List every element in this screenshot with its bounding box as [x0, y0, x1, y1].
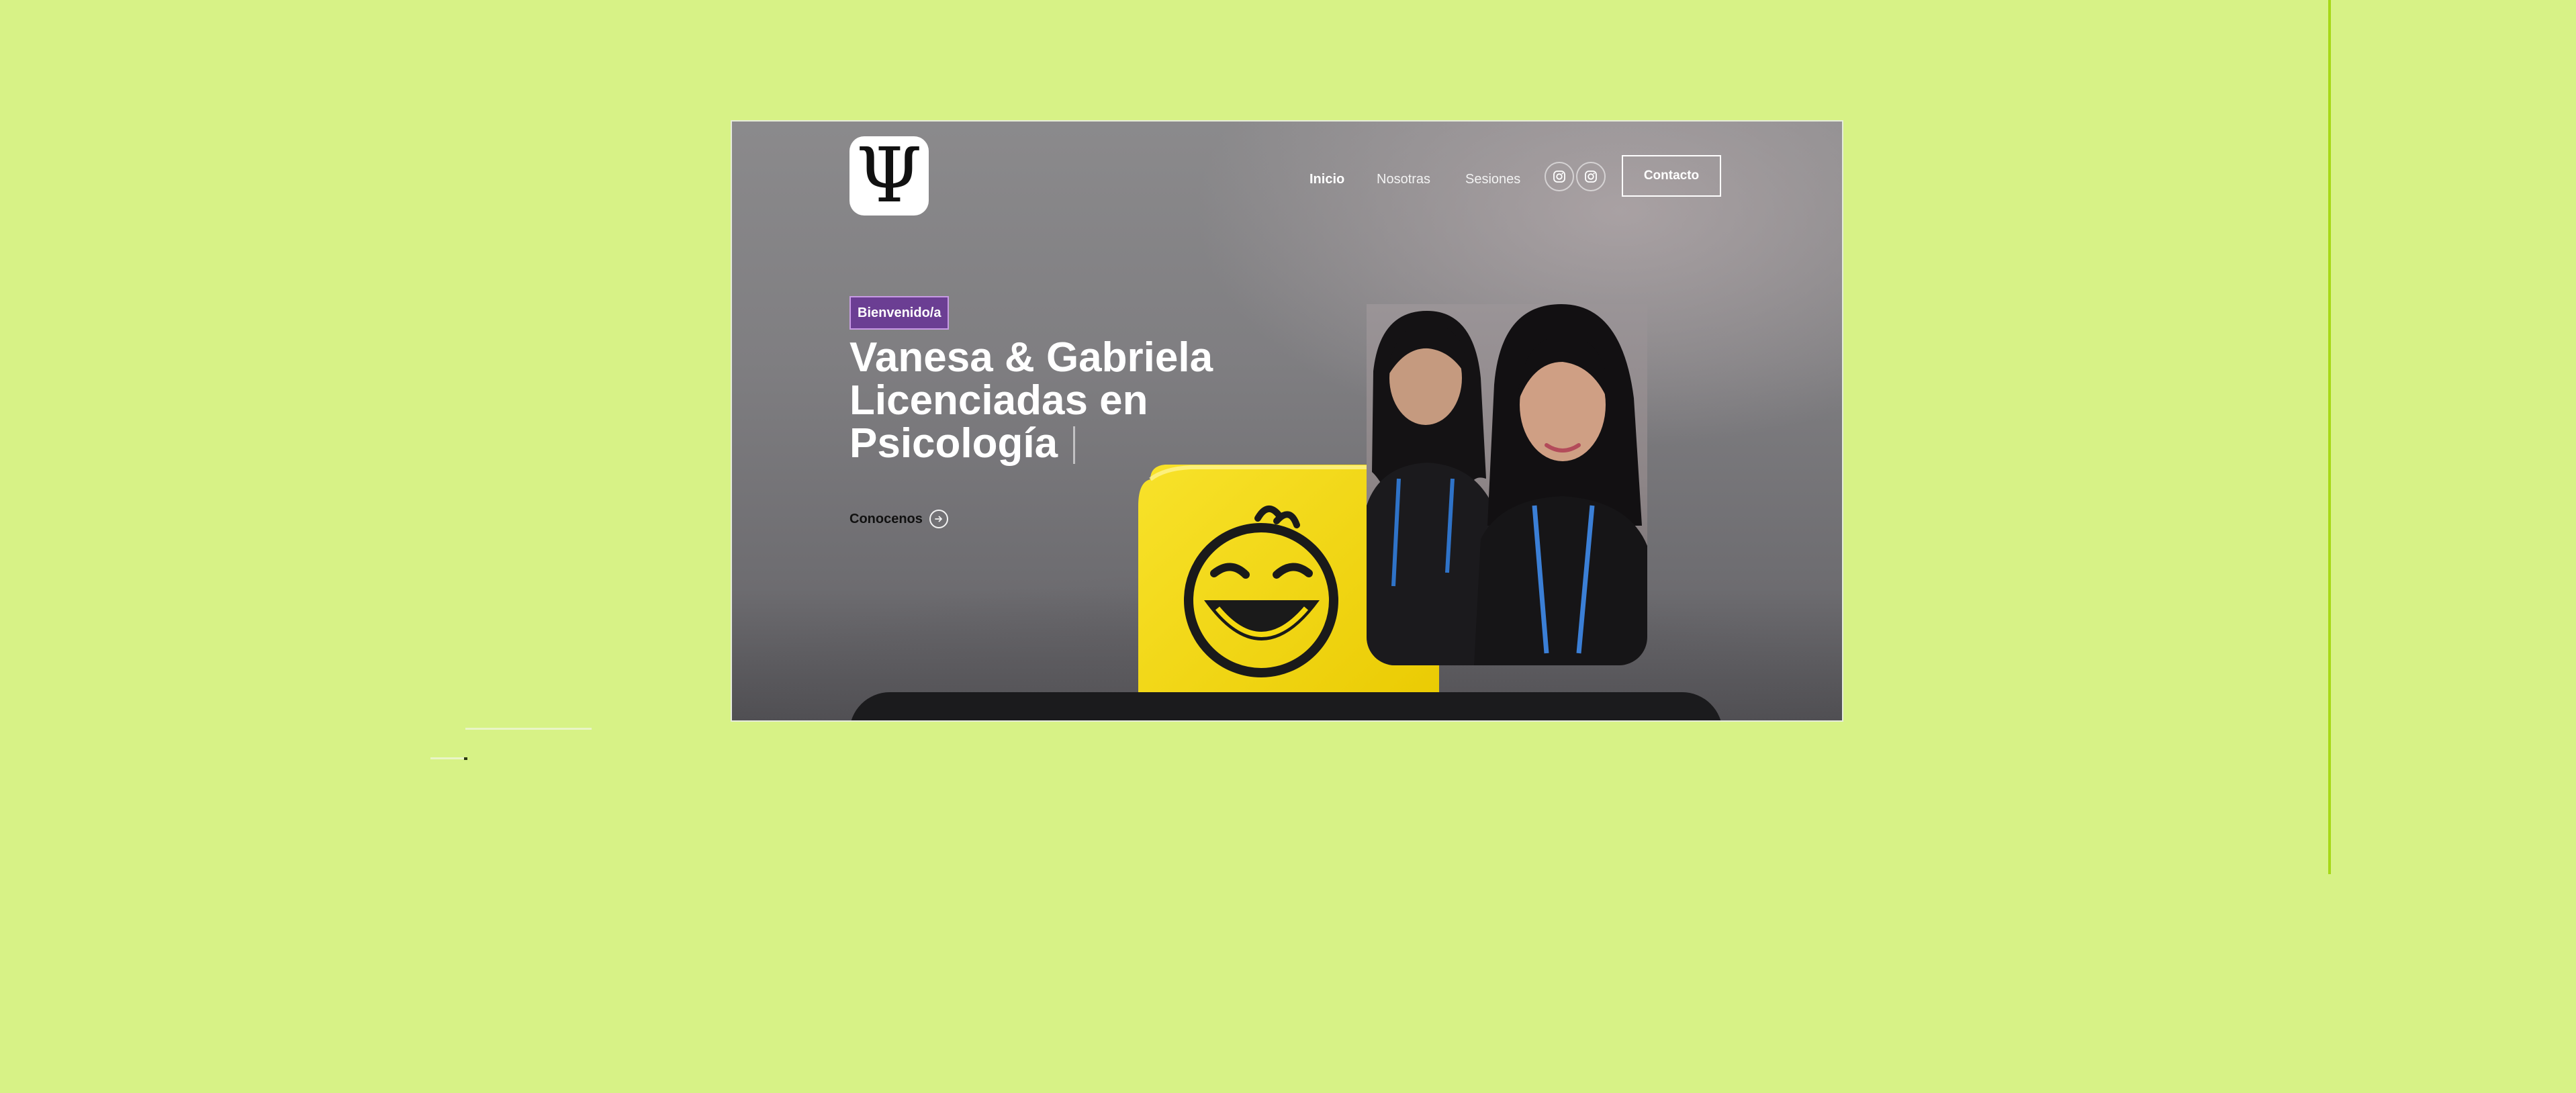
stray-line	[465, 728, 592, 730]
nav-item-inicio[interactable]: Inicio	[1309, 166, 1344, 193]
instagram-icon	[1585, 171, 1597, 183]
hero-title-line-1: Vanesa & Gabriela	[849, 334, 1213, 381]
bottom-dark-bar	[849, 692, 1722, 720]
instagram-link-1[interactable]	[1545, 162, 1574, 191]
hero-title: Vanesa & Gabriela Licenciadas en Psicolo…	[849, 336, 1333, 465]
welcome-badge: Bienvenido/a	[849, 296, 950, 330]
hero-frame: Ψ Inicio Nosotras Sesiones Contacto Bien…	[731, 120, 1843, 722]
instagram-icon	[1553, 171, 1565, 183]
team-photo	[1367, 304, 1647, 665]
stray-line	[430, 757, 465, 759]
hero-title-line-3: Psicología	[849, 420, 1058, 467]
conocenos-label: Conocenos	[849, 511, 923, 526]
team-photo-illustration	[1367, 304, 1647, 665]
conocenos-link[interactable]: Conocenos	[849, 506, 948, 532]
contact-button[interactable]: Contacto	[1622, 155, 1721, 197]
hero-title-line-2: Licenciadas en	[849, 377, 1148, 424]
stray-dot	[464, 757, 467, 760]
typing-caret	[1073, 426, 1075, 464]
arrow-right-circle-icon	[929, 510, 948, 528]
nav-item-sesiones[interactable]: Sesiones	[1465, 166, 1520, 193]
nav-item-nosotras[interactable]: Nosotras	[1377, 166, 1430, 193]
instagram-link-2[interactable]	[1576, 162, 1606, 191]
page-edge-line	[2328, 0, 2331, 874]
